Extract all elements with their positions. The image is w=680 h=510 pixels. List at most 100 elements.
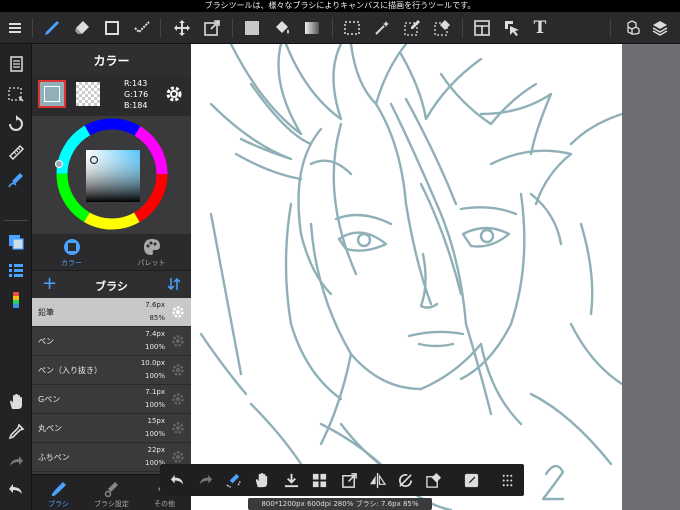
- fill-color-icon[interactable]: [240, 16, 264, 40]
- line-tool-icon[interactable]: [130, 16, 154, 40]
- brush-settings-gear-icon[interactable]: [171, 363, 185, 377]
- brush-opacity: 100%: [144, 430, 165, 438]
- brush-name: 丸ペン: [38, 424, 62, 433]
- tab-brush[interactable]: ブラシ: [32, 475, 85, 510]
- rotate-canvas-icon[interactable]: [4, 112, 28, 136]
- color-wheel-icon[interactable]: [32, 116, 191, 234]
- swap-brush-icon[interactable]: [222, 469, 244, 491]
- rotate-reset-icon[interactable]: [394, 469, 416, 491]
- grid-icon[interactable]: [308, 469, 330, 491]
- select-all-icon[interactable]: [4, 82, 28, 106]
- side-panel: カラー R:143 G:176 B:184 カラー パレット + ブラシ 鉛筆 …: [32, 44, 191, 510]
- left-toolbar: [0, 44, 32, 510]
- undo-icon[interactable]: [4, 478, 28, 502]
- brush-opacity: 100%: [144, 372, 165, 380]
- hand-tool-icon[interactable]: [250, 469, 272, 491]
- rgb-readout: R:143 G:176 B:184: [124, 78, 148, 111]
- brush-panel-header: + ブラシ: [32, 270, 191, 298]
- color-swatch-row: R:143 G:176 B:184: [32, 76, 191, 116]
- menu-icon[interactable]: [3, 16, 27, 40]
- transform-tool-icon[interactable]: [200, 16, 224, 40]
- tab-other-label: その他: [154, 500, 175, 508]
- operation-tool-icon[interactable]: [500, 16, 524, 40]
- more-grid-icon[interactable]: [496, 469, 518, 491]
- save-download-icon[interactable]: [280, 469, 302, 491]
- sub-color-swatch[interactable]: [76, 82, 100, 106]
- tab-brush-label: ブラシ: [48, 500, 69, 508]
- clear-layer-icon[interactable]: [422, 469, 444, 491]
- edit-icon[interactable]: [460, 469, 482, 491]
- color-tabs: カラー パレット: [32, 234, 191, 270]
- select-pen-icon[interactable]: [400, 16, 424, 40]
- brush-tool-icon[interactable]: [40, 16, 64, 40]
- main-color-swatch[interactable]: [38, 80, 66, 108]
- document-icon[interactable]: [4, 52, 28, 76]
- top-toolbar: T: [0, 12, 680, 44]
- select-eraser-icon[interactable]: [430, 16, 454, 40]
- brush-name: 鉛筆: [38, 308, 54, 317]
- brush-icon: [51, 482, 66, 496]
- brush-item[interactable]: ペン（入り抜き） 10.0px 100%: [32, 356, 191, 385]
- tab-brush-settings-label: ブラシ設定: [94, 500, 129, 508]
- tab-color-label: カラー: [61, 259, 82, 267]
- brush-name: Gペン: [38, 395, 61, 404]
- palette-strip-icon[interactable]: [4, 288, 28, 312]
- color-panel-title: カラー: [32, 44, 191, 76]
- sort-brushes-icon[interactable]: [167, 277, 181, 291]
- redo-icon[interactable]: [4, 450, 28, 474]
- drawing-canvas[interactable]: [191, 44, 622, 510]
- rgb-r: R:143: [124, 79, 148, 88]
- materials-icon[interactable]: [620, 16, 644, 40]
- tab-color[interactable]: カラー: [32, 234, 111, 270]
- bucket-tool-icon[interactable]: [270, 16, 294, 40]
- frame-divider-icon[interactable]: [470, 16, 494, 40]
- brush-item[interactable]: ペン 7.4px 100%: [32, 327, 191, 356]
- sketch-drawing: [199, 44, 622, 510]
- move-tool-icon[interactable]: [170, 16, 194, 40]
- brush-opacity: 100%: [144, 343, 165, 351]
- bottom-quick-toolbar: [160, 464, 524, 496]
- canvas-info-bar: 800*1200px 600dpi 280% ブラシ: 7.6px 85%: [248, 498, 432, 510]
- brush-settings-gear-icon[interactable]: [171, 305, 185, 319]
- magic-wand-icon[interactable]: [370, 16, 394, 40]
- ruler-icon[interactable]: [4, 140, 28, 164]
- status-bar-message: ブラシツールは、様々なブラシによりキャンバスに描画を行うツールです。: [0, 0, 680, 12]
- color-circle-icon: [63, 239, 80, 255]
- brush-opacity: 100%: [144, 401, 165, 409]
- tab-palette[interactable]: パレット: [112, 234, 191, 270]
- brush-item[interactable]: 丸ペン 15px 100%: [32, 414, 191, 443]
- text-tool-icon[interactable]: T: [528, 16, 552, 40]
- shape-tool-icon[interactable]: [100, 16, 124, 40]
- brush-item[interactable]: Gペン 7.1px 100%: [32, 385, 191, 414]
- select-tool-icon[interactable]: [340, 16, 364, 40]
- rgb-b: B:184: [124, 101, 148, 110]
- flip-horizontal-icon[interactable]: [366, 469, 388, 491]
- brush-settings-gear-icon[interactable]: [171, 334, 185, 348]
- brush-settings-gear-icon[interactable]: [171, 392, 185, 406]
- brush-size: 10.0px: [140, 359, 165, 367]
- brush-item[interactable]: 鉛筆 7.6px 85%: [32, 298, 191, 327]
- color-panel-icon[interactable]: [4, 230, 28, 254]
- color-settings-gear-icon[interactable]: [164, 84, 184, 104]
- brush-settings-gear-icon[interactable]: [171, 421, 185, 435]
- brush-opacity: 85%: [149, 314, 165, 322]
- layers-icon[interactable]: [648, 16, 672, 40]
- palette-icon: [143, 239, 160, 255]
- tab-brush-settings[interactable]: ブラシ設定: [85, 475, 138, 510]
- hand-tool-icon[interactable]: [4, 390, 28, 414]
- brush-list-icon[interactable]: [4, 258, 28, 282]
- stabilizer-icon[interactable]: [4, 168, 28, 192]
- eraser-tool-icon[interactable]: [70, 16, 94, 40]
- brush-settings-gear-icon[interactable]: [171, 450, 185, 464]
- rgb-g: G:176: [124, 90, 149, 99]
- undo-icon[interactable]: [166, 469, 188, 491]
- brush-list: 鉛筆 7.6px 85% ペン 7.4px 100% ペン（入り抜き） 10.0…: [32, 298, 191, 474]
- brush-name: ふちペン: [38, 453, 70, 462]
- transform-icon[interactable]: [338, 469, 360, 491]
- redo-icon[interactable]: [194, 469, 216, 491]
- brush-name: ペン: [38, 337, 54, 346]
- brush-size: 7.4px: [145, 330, 165, 338]
- gradient-tool-icon[interactable]: [300, 16, 324, 40]
- eyedropper-icon[interactable]: [4, 420, 28, 444]
- color-wheel-area[interactable]: [32, 116, 191, 234]
